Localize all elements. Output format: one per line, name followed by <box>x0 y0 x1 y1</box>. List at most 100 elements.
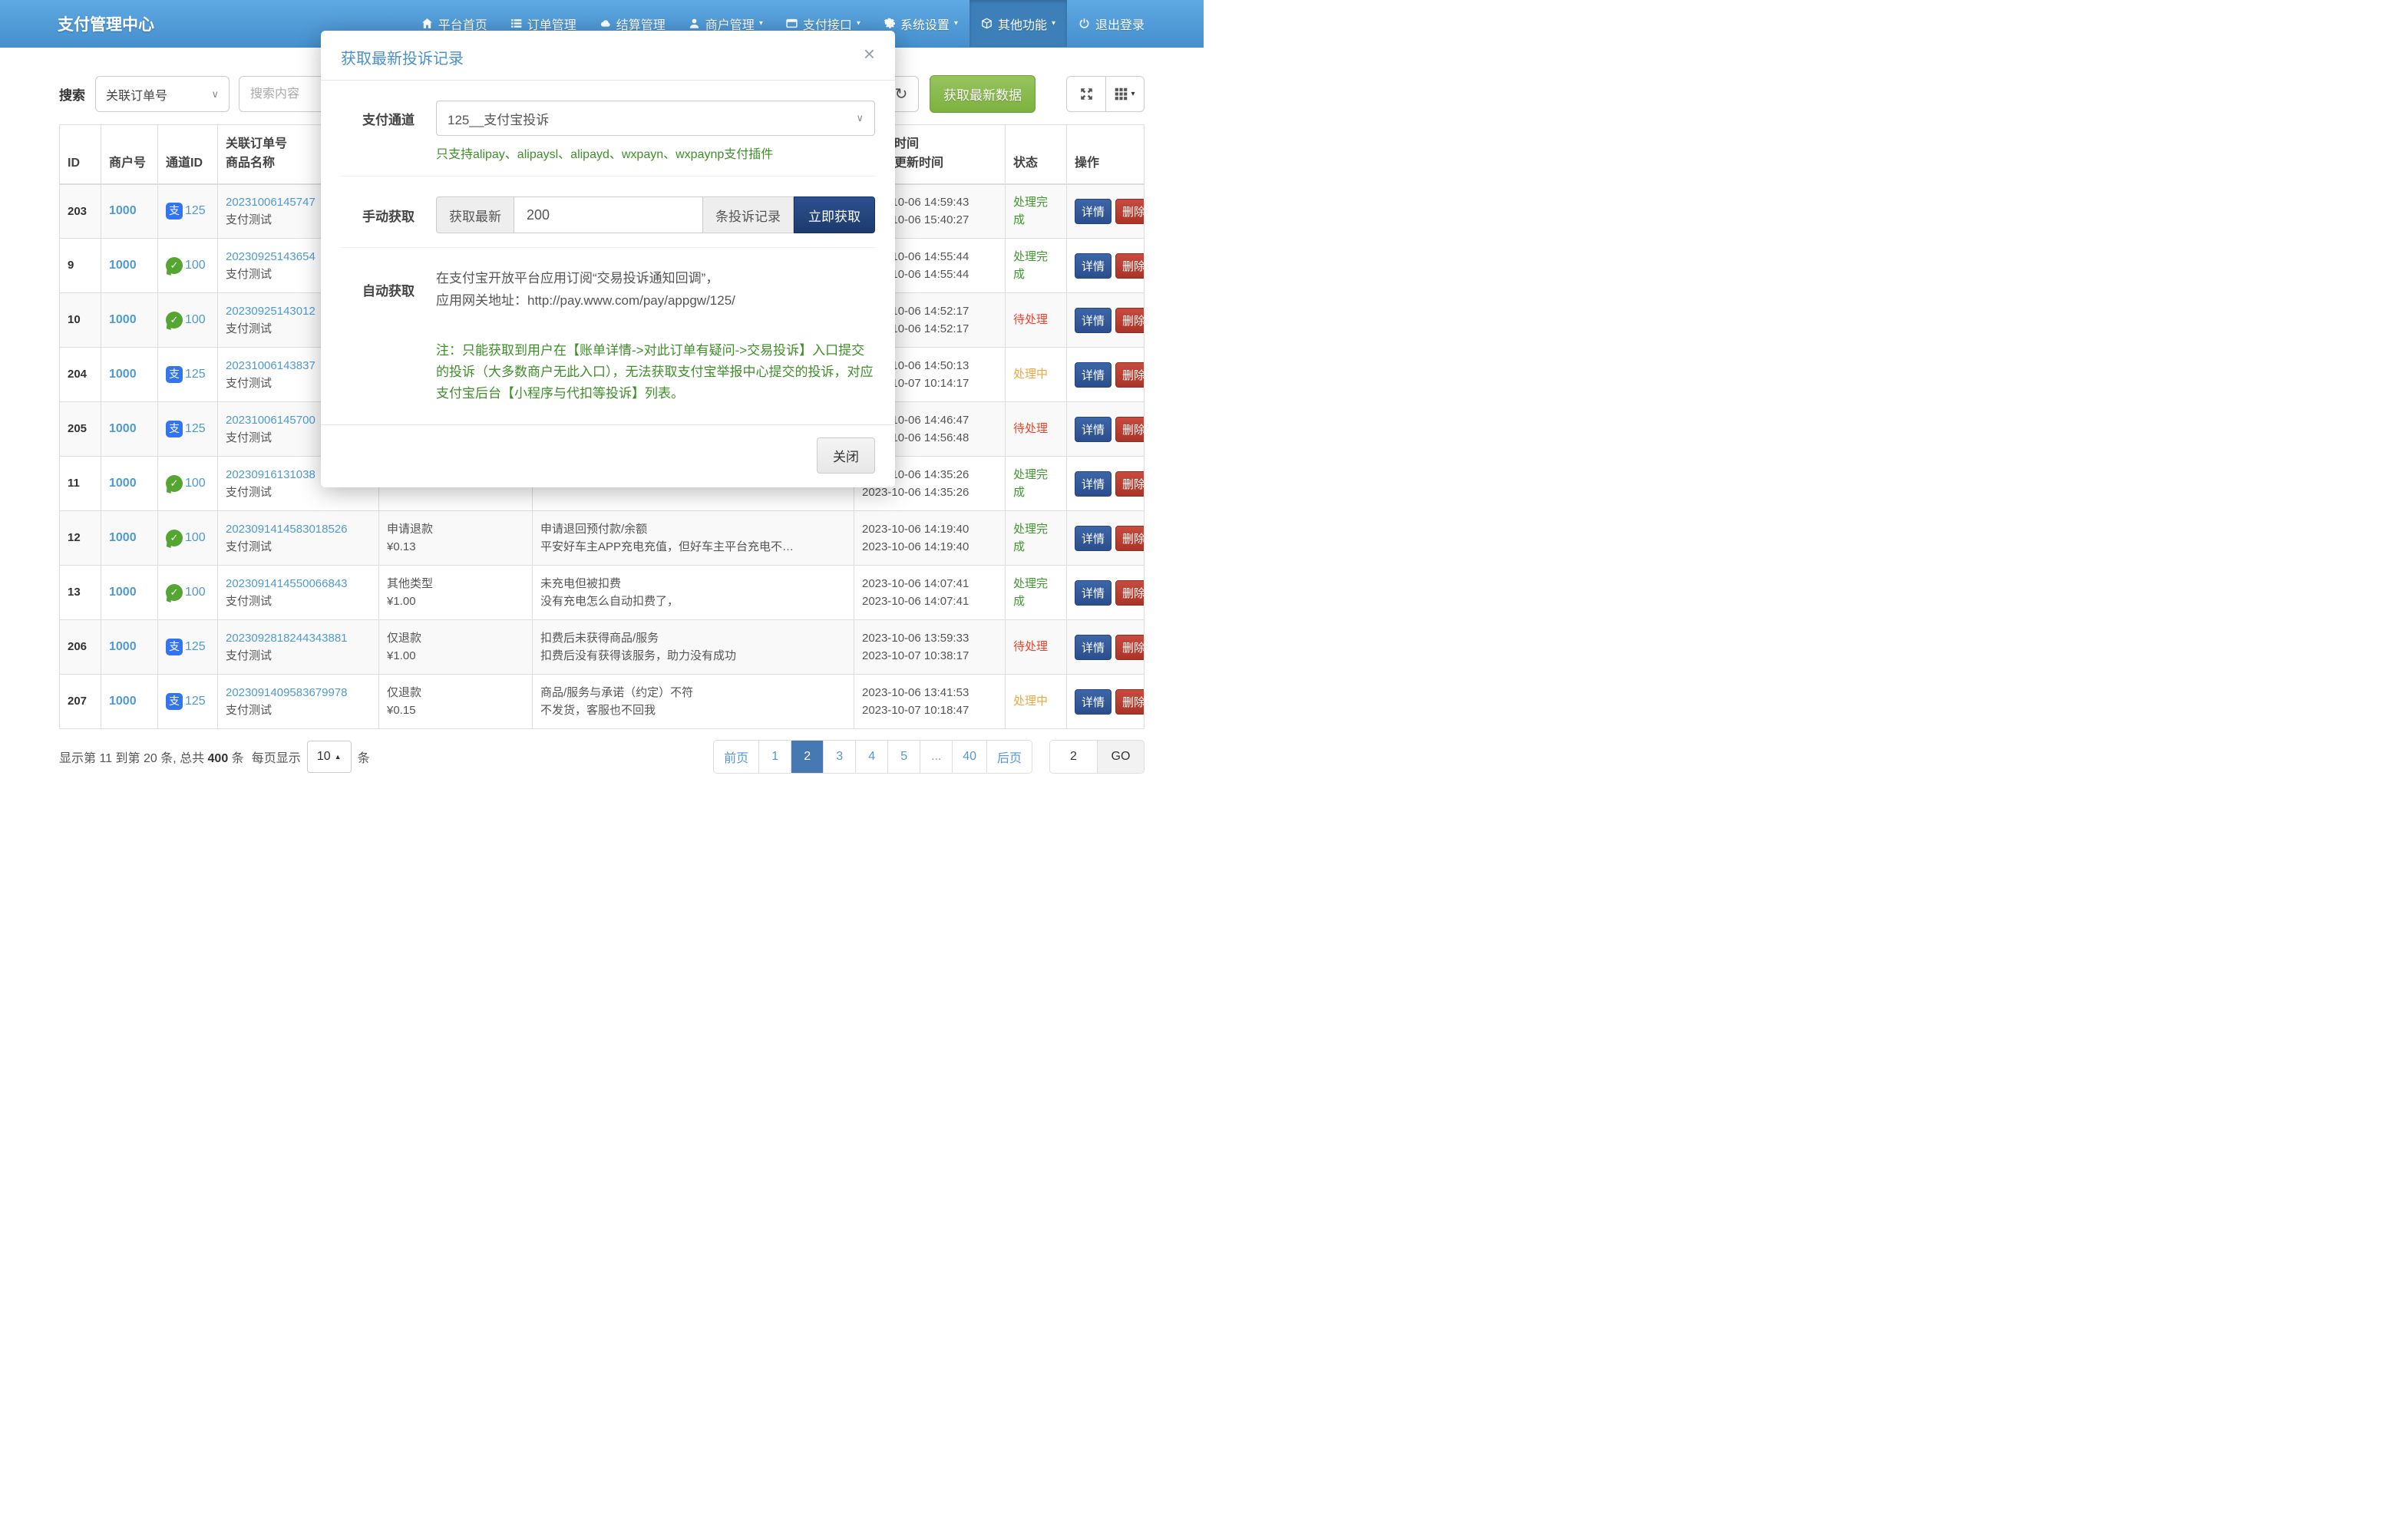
fetch-now-button[interactable]: 立即获取 <box>794 196 875 233</box>
detail-button[interactable]: 详情 <box>1075 526 1112 551</box>
page-button-5[interactable]: 5 <box>887 741 920 773</box>
status-badge: 处理完成 <box>1006 511 1067 566</box>
wechat-pay-icon: ✓ <box>166 257 183 274</box>
detail-button[interactable]: 详情 <box>1075 635 1112 660</box>
column-header-7: 状态 <box>1006 125 1067 184</box>
product-name: 支付测试 <box>226 701 371 719</box>
close-icon[interactable]: × <box>864 46 875 61</box>
order-link[interactable]: 2023091414583018526 <box>226 520 371 538</box>
close-button[interactable]: 关闭 <box>817 437 875 474</box>
detail-button[interactable]: 详情 <box>1075 689 1112 715</box>
status-badge: 处理完成 <box>1006 239 1067 293</box>
nav-item-label: 其他功能 <box>998 15 1047 33</box>
delete-button[interactable]: 删除 <box>1115 308 1144 333</box>
merchant-link[interactable]: 1000 <box>109 422 137 435</box>
merchant-link[interactable]: 1000 <box>109 313 137 326</box>
cell-actions: 详情删除 <box>1067 348 1145 402</box>
merchant-link[interactable]: 1000 <box>109 204 137 217</box>
columns-button[interactable]: ▾ <box>1105 77 1144 111</box>
pagination-bar: 显示第 11 到第 20 条, 总共 400 条 每页显示 10 ▲ 条 前页1… <box>59 740 1145 774</box>
goto-page-group: GO <box>1049 740 1145 774</box>
page-button-2[interactable]: 2 <box>791 741 823 773</box>
cell-actions: 详情删除 <box>1067 402 1145 457</box>
search-field-select[interactable]: 关联订单号 ∨ <box>95 76 230 112</box>
modal-body: 支付通道 125__支付宝投诉 ∨ 只支持alipay、alipaysl、ali… <box>321 81 895 404</box>
wechat-pay-icon: ✓ <box>166 530 183 546</box>
per-page-value: 10 <box>317 750 331 764</box>
fetch-count-input[interactable] <box>514 196 702 233</box>
delete-button[interactable]: 删除 <box>1115 471 1144 497</box>
page-button-后页[interactable]: 后页 <box>986 741 1032 773</box>
detail-button[interactable]: 详情 <box>1075 308 1112 333</box>
manual-fetch-label: 手动获取 <box>341 206 425 225</box>
detail-button[interactable]: 详情 <box>1075 471 1112 497</box>
nav-item-label: 平台首页 <box>438 15 487 33</box>
nav-item-label: 退出登录 <box>1095 15 1145 33</box>
cell-actions: 详情删除 <box>1067 566 1145 620</box>
merchant-link[interactable]: 1000 <box>109 368 137 381</box>
product-name: 支付测试 <box>226 647 371 665</box>
cell-channel: 支125 <box>158 675 218 729</box>
status-badge: 待处理 <box>1006 620 1067 675</box>
goto-page-input[interactable] <box>1050 741 1098 773</box>
go-button[interactable]: GO <box>1098 741 1144 773</box>
status-badge: 处理完成 <box>1006 457 1067 511</box>
merchant-link[interactable]: 1000 <box>109 259 137 272</box>
manual-fetch-section: 手动获取 获取最新 条投诉记录 立即获取 <box>341 177 875 248</box>
fetch-latest-addon: 获取最新 <box>436 196 514 233</box>
auto-fetch-section: 自动获取 在支付宝开放平台应用订阅“交易投诉通知回调”， 应用网关地址：http… <box>341 248 875 404</box>
cell-channel: ✓100 <box>158 457 218 511</box>
page-button-3[interactable]: 3 <box>823 741 855 773</box>
auto-fetch-text: 在支付宝开放平台应用订阅“交易投诉通知回调”， 应用网关地址：http://pa… <box>436 268 875 312</box>
merchant-link[interactable]: 1000 <box>109 640 137 653</box>
cell-id: 12 <box>60 511 101 566</box>
modal-title: 获取最新投诉记录 <box>341 46 464 68</box>
nav-item-6[interactable]: 其他功能▾ <box>969 0 1067 47</box>
cell-id: 206 <box>60 620 101 675</box>
delete-button[interactable]: 删除 <box>1115 199 1144 224</box>
page-button-4[interactable]: 4 <box>855 741 887 773</box>
cell-content: 商品/服务与承诺（约定）不符不发货，客服也不回我 <box>533 675 854 729</box>
product-name: 支付测试 <box>226 593 371 610</box>
delete-button[interactable]: 删除 <box>1115 417 1144 442</box>
page-button-前页[interactable]: 前页 <box>714 741 758 773</box>
delete-button[interactable]: 删除 <box>1115 362 1144 388</box>
cell-merchant: 1000 <box>101 620 158 675</box>
merchant-link[interactable]: 1000 <box>109 531 137 544</box>
order-link[interactable]: 2023091414550066843 <box>226 575 371 593</box>
channel-id: 100 <box>185 583 206 602</box>
per-page-select[interactable]: 10 ▲ <box>307 741 352 773</box>
detail-button[interactable]: 详情 <box>1075 199 1112 224</box>
merchant-link[interactable]: 1000 <box>109 477 137 490</box>
channel-helper-text: 只支持alipay、alipaysl、alipayd、wxpayn、wxpayn… <box>436 144 875 162</box>
fullscreen-button[interactable] <box>1067 77 1105 111</box>
order-link[interactable]: 2023091409583679978 <box>226 684 371 701</box>
cell-id: 9 <box>60 239 101 293</box>
cell-id: 205 <box>60 402 101 457</box>
fetch-latest-data-button[interactable]: 获取最新数据 <box>930 75 1036 113</box>
cell-merchant: 1000 <box>101 511 158 566</box>
page-button-1[interactable]: 1 <box>758 741 791 773</box>
payment-channel-select[interactable]: 125__支付宝投诉 ∨ <box>436 101 875 136</box>
refresh-icon: ↻ <box>895 84 908 104</box>
delete-button[interactable]: 删除 <box>1115 689 1144 715</box>
detail-button[interactable]: 详情 <box>1075 253 1112 279</box>
merchant-link[interactable]: 1000 <box>109 586 137 599</box>
page-button-40[interactable]: 40 <box>952 741 986 773</box>
cell-id: 10 <box>60 293 101 348</box>
page-button-...[interactable]: ... <box>920 741 952 773</box>
nav-item-7[interactable]: 退出登录 <box>1067 0 1156 47</box>
column-header-2: 通道ID <box>158 125 218 184</box>
merchant-link[interactable]: 1000 <box>109 695 137 708</box>
cell-id: 13 <box>60 566 101 620</box>
delete-button[interactable]: 删除 <box>1115 580 1144 606</box>
order-link[interactable]: 2023092818244343881 <box>226 629 371 647</box>
detail-button[interactable]: 详情 <box>1075 362 1112 388</box>
detail-button[interactable]: 详情 <box>1075 417 1112 442</box>
delete-button[interactable]: 删除 <box>1115 253 1144 279</box>
delete-button[interactable]: 删除 <box>1115 526 1144 551</box>
delete-button[interactable]: 删除 <box>1115 635 1144 660</box>
table-row: 2071000支1252023091409583679978支付测试仅退款¥0.… <box>60 675 1145 729</box>
detail-button[interactable]: 详情 <box>1075 580 1112 606</box>
nav-item-label: 系统设置 <box>900 15 950 33</box>
